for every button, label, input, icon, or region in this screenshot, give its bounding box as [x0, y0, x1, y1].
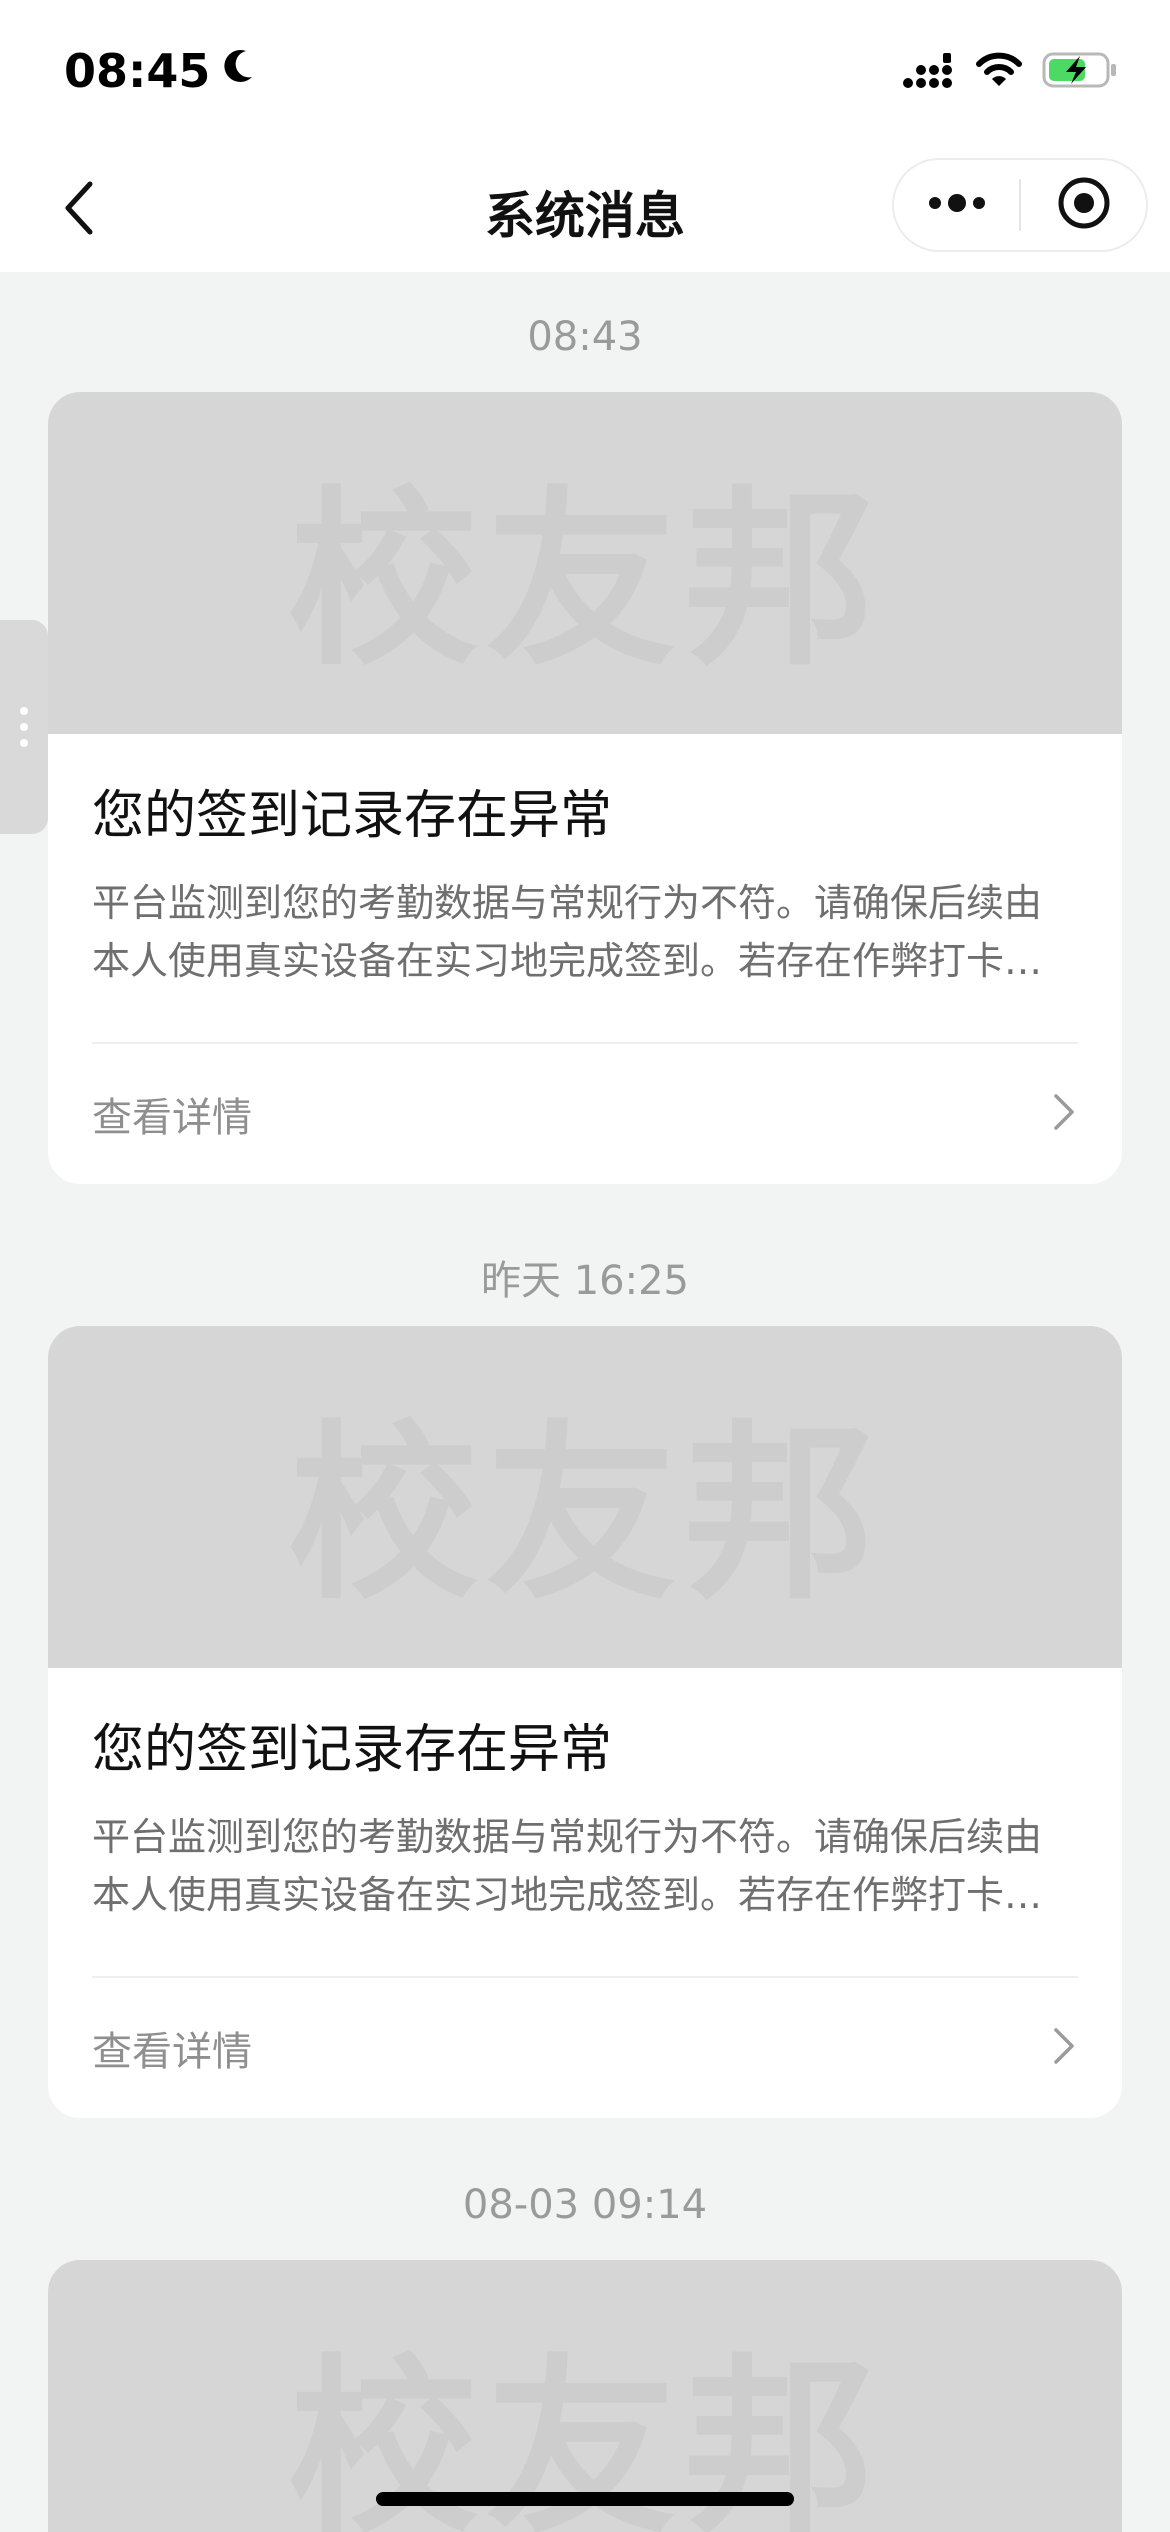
status-bar: 08:45 [0, 0, 1170, 150]
chevron-right-icon [1050, 2024, 1078, 2072]
chevron-right-icon [1050, 1090, 1078, 1138]
handle-dot [20, 739, 28, 747]
card-body: 您的签到记录存在异常 平台监测到您的考勤数据与常规行为不符。请确保后续由本人使用… [48, 784, 1122, 1184]
status-icons [902, 50, 1118, 94]
battery-charging-icon [1042, 50, 1118, 94]
card-banner: 校友邦 [48, 392, 1122, 734]
message-title: 您的签到记录存在异常 [92, 1720, 613, 1780]
more-dots-icon [927, 191, 987, 219]
message-title: 您的签到记录存在异常 [92, 786, 613, 846]
handle-dot [20, 723, 28, 731]
side-float-handle[interactable] [0, 620, 48, 834]
message-card[interactable]: 校友邦 您的签到记录存在异常 平台监测到您的考勤数据与常规行为不符。请确保后续由… [48, 392, 1122, 1184]
message-card[interactable]: 校友邦 您的签到记录存在异常 平台监测到您的考勤数据与常规行为不符。请确保后续由… [48, 1326, 1122, 2118]
target-circle-icon [1056, 175, 1112, 235]
view-details-button[interactable]: 查看详情 [92, 1978, 1078, 2118]
banner-watermark: 校友邦 [287, 469, 882, 691]
wifi-icon [976, 52, 1022, 92]
view-details-label: 查看详情 [92, 2029, 252, 2075]
message-timestamp: 昨天 16:25 [481, 1258, 689, 1304]
status-time: 08:45 [64, 44, 256, 98]
more-button[interactable] [894, 160, 1019, 250]
mini-program-capsule [892, 158, 1148, 252]
message-timestamp: 08-03 09:14 [462, 2182, 708, 2228]
view-details-label: 查看详情 [92, 1095, 252, 1141]
status-time-text: 08:45 [64, 44, 211, 98]
card-banner: 校友邦 [48, 1326, 1122, 1668]
nav-bar: 系统消息 [0, 150, 1170, 272]
cellular-signal-icon [902, 51, 956, 93]
message-description: 平台监测到您的考勤数据与常规行为不符。请确保后续由本人使用真实设备在实习地完成签… [92, 881, 1043, 983]
banner-watermark: 校友邦 [287, 1403, 882, 1625]
view-details-button[interactable]: 查看详情 [92, 1044, 1078, 1184]
message-timestamp: 08:43 [527, 314, 643, 360]
message-description: 平台监测到您的考勤数据与常规行为不符。请确保后续由本人使用真实设备在实习地完成签… [92, 1815, 1043, 1917]
handle-dot [20, 707, 28, 715]
card-body: 您的签到记录存在异常 平台监测到您的考勤数据与常规行为不符。请确保后续由本人使用… [48, 1718, 1122, 2118]
close-miniprogram-button[interactable] [1021, 160, 1146, 250]
moon-icon [220, 44, 256, 98]
home-indicator [376, 2492, 794, 2506]
